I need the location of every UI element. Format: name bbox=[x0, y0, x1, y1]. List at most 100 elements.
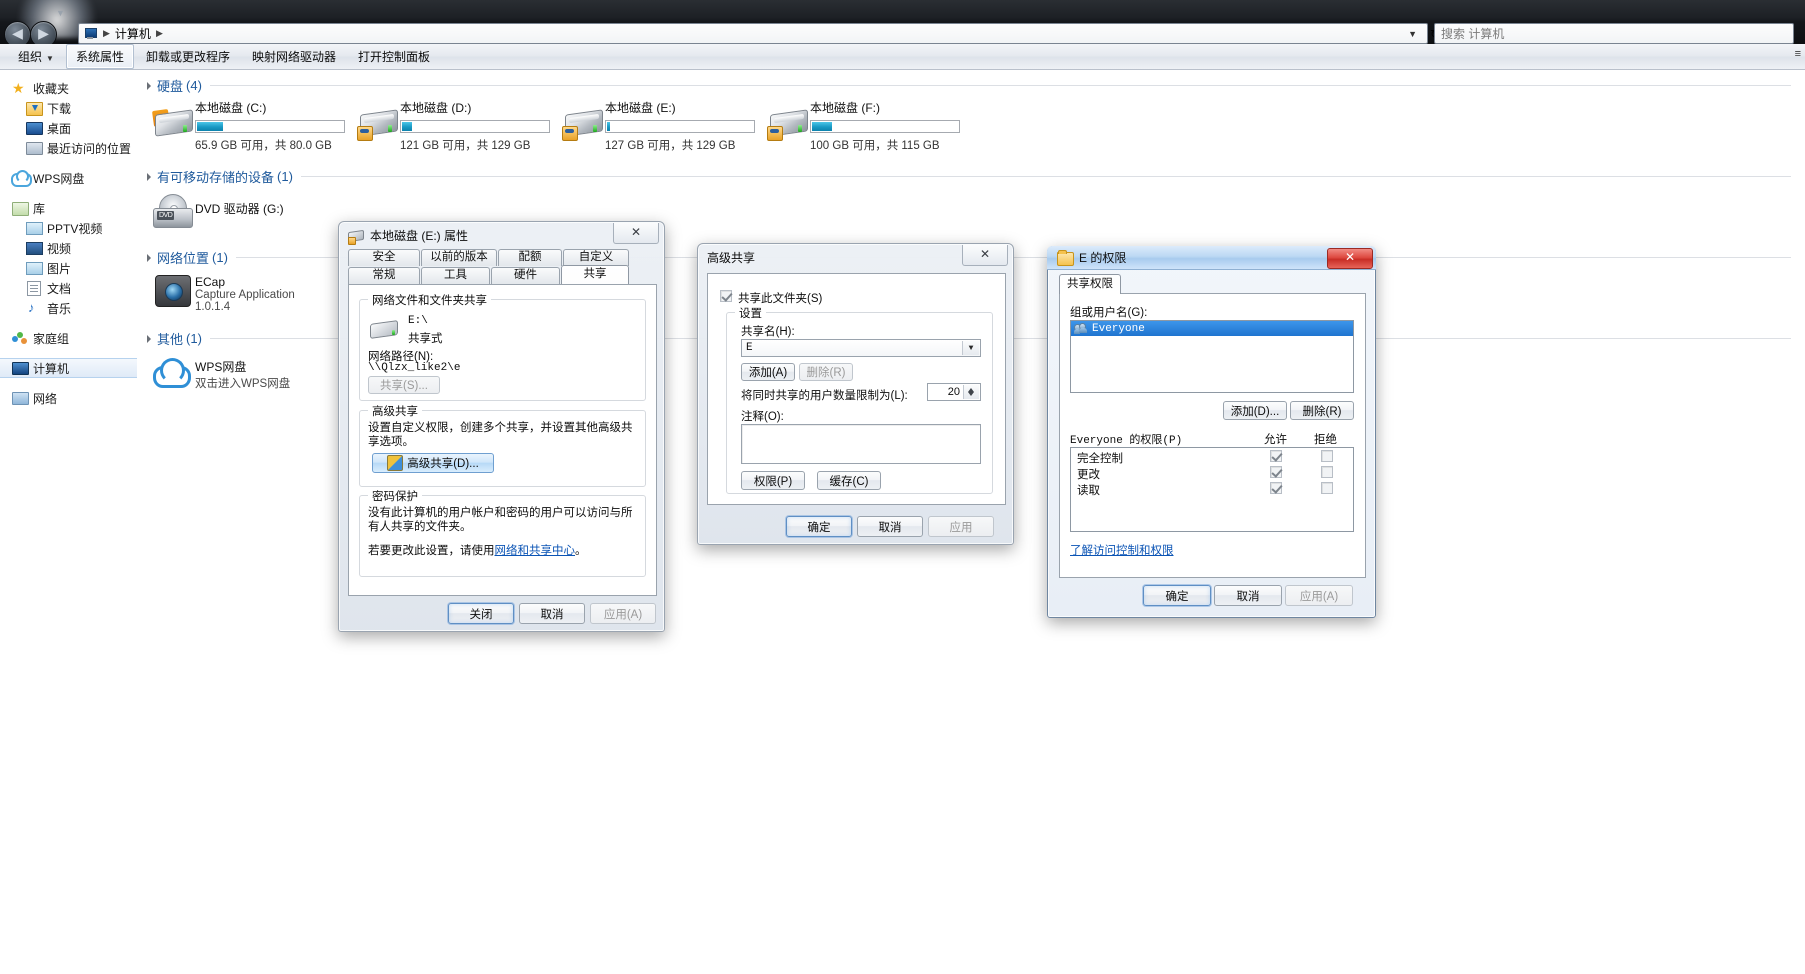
comment-input[interactable] bbox=[741, 424, 981, 464]
close-icon[interactable]: ✕ bbox=[1327, 248, 1373, 269]
system-properties-button[interactable]: 系统属性 bbox=[66, 44, 134, 69]
allow-checkbox[interactable] bbox=[1270, 482, 1282, 494]
sidebar-item-libraries[interactable]: 库 bbox=[0, 198, 137, 218]
address-dropdown-icon[interactable]: ▼ bbox=[1402, 29, 1423, 39]
allow-checkbox[interactable] bbox=[1270, 450, 1282, 462]
collapse-triangle-icon[interactable] bbox=[147, 254, 151, 262]
deny-checkbox[interactable] bbox=[1321, 466, 1333, 478]
ok-button[interactable]: 确定 bbox=[1143, 585, 1211, 606]
sidebar-item-downloads[interactable]: 下载 bbox=[0, 98, 137, 118]
dialog-title-text: 高级共享 bbox=[707, 249, 755, 266]
collapse-triangle-icon[interactable] bbox=[147, 173, 151, 181]
tab-hardware[interactable]: 硬件 bbox=[491, 267, 560, 284]
group-header-removable[interactable]: 有可移动存储的设备 (1) bbox=[137, 161, 1805, 188]
deny-checkbox[interactable] bbox=[1321, 450, 1333, 462]
sidebar-item-music[interactable]: ♪ 音乐 bbox=[0, 298, 137, 318]
tab-general[interactable]: 常规 bbox=[348, 267, 420, 284]
sidebar-item-computer[interactable]: 计算机 bbox=[0, 358, 137, 378]
tab-quota[interactable]: 配额 bbox=[498, 249, 562, 266]
user-limit-stepper[interactable]: 20 bbox=[927, 383, 981, 401]
permissions-listbox[interactable]: 完全控制 更改 读取 bbox=[1070, 447, 1354, 532]
sidebar-label: 下载 bbox=[47, 100, 71, 117]
column-header-deny: 拒绝 bbox=[1314, 431, 1337, 447]
uninstall-program-button[interactable]: 卸载或更改程序 bbox=[136, 44, 240, 69]
close-icon[interactable]: ✕ bbox=[962, 245, 1008, 266]
table-row[interactable]: 完全控制 bbox=[1071, 448, 1353, 464]
ok-button[interactable]: 确定 bbox=[786, 516, 852, 537]
chevron-down-icon[interactable]: ▼ bbox=[962, 341, 979, 355]
capacity-bar bbox=[400, 120, 550, 133]
cancel-button[interactable]: 取消 bbox=[857, 516, 923, 537]
network-item-version: 1.0.1.4 bbox=[195, 301, 295, 313]
list-item[interactable]: Everyone bbox=[1071, 321, 1353, 336]
add-share-button[interactable]: 添加(A) bbox=[741, 363, 795, 381]
cancel-button[interactable]: 取消 bbox=[1214, 585, 1282, 606]
drive-tile-c[interactable]: 本地磁盘 (C:) 65.9 GB 可用，共 80.0 GB bbox=[151, 97, 354, 153]
sidebar-item-network[interactable]: 网络 bbox=[0, 388, 137, 408]
deny-checkbox[interactable] bbox=[1321, 482, 1333, 494]
sidebar-item-videos[interactable]: 视频 bbox=[0, 238, 137, 258]
users-listbox[interactable]: Everyone bbox=[1070, 320, 1354, 393]
drive-icon bbox=[370, 318, 400, 340]
sidebar-item-documents[interactable]: 文档 bbox=[0, 278, 137, 298]
capacity-bar-fill bbox=[402, 122, 412, 131]
other-item-subtitle: 双击进入WPS网盘 bbox=[195, 375, 290, 391]
sidebar-item-wps-cloud[interactable]: WPS网盘 bbox=[0, 168, 137, 188]
sidebar-item-homegroup[interactable]: 家庭组 bbox=[0, 328, 137, 348]
tab-security[interactable]: 安全 bbox=[348, 249, 420, 266]
tab-share-permissions[interactable]: 共享权限 bbox=[1059, 274, 1121, 294]
close-button[interactable]: 关闭 bbox=[448, 603, 514, 624]
learn-access-control-link[interactable]: 了解访问控制和权限 bbox=[1070, 542, 1174, 558]
sidebar-item-desktop[interactable]: 桌面 bbox=[0, 118, 137, 138]
back-button[interactable]: ◀ bbox=[4, 21, 31, 44]
sidebar-item-favorites[interactable]: ★ 收藏夹 bbox=[0, 78, 137, 98]
sidebar-item-recent-places[interactable]: 最近访问的位置 bbox=[0, 138, 137, 158]
breadcrumb-item-computer[interactable]: 计算机 bbox=[113, 25, 153, 42]
stepper-buttons[interactable] bbox=[963, 385, 979, 399]
share-name-label: 共享名(H): bbox=[741, 323, 795, 339]
share-name-combobox[interactable]: E ▼ bbox=[741, 339, 981, 357]
address-bar[interactable]: ▶ 计算机 ▶ ▼ bbox=[78, 23, 1428, 44]
caching-button[interactable]: 缓存(C) bbox=[817, 471, 881, 490]
group-header-hard-disks[interactable]: 硬盘 (4) bbox=[137, 70, 1805, 97]
help-icon[interactable]: ≡ bbox=[1795, 48, 1801, 60]
tab-previous-versions[interactable]: 以前的版本 bbox=[421, 249, 497, 266]
drive-tile-f[interactable]: 本地磁盘 (F:) 100 GB 可用，共 115 GB bbox=[766, 97, 969, 153]
forward-button[interactable]: ▶ bbox=[30, 21, 57, 44]
share-permissions-dialog: E 的权限 ✕ 共享权限 组或用户名(G): Everyone 添加(D)...… bbox=[1047, 246, 1376, 618]
map-network-drive-button[interactable]: 映射网络驱动器 bbox=[242, 44, 346, 69]
sidebar-item-pptv[interactable]: PPTV视频 bbox=[0, 218, 137, 238]
capacity-bar-fill bbox=[197, 122, 223, 131]
tab-tools[interactable]: 工具 bbox=[421, 267, 490, 284]
recent-pages-chevron-icon[interactable]: ▼ bbox=[56, 8, 65, 18]
network-sharing-center-link[interactable]: 网络和共享中心 bbox=[495, 545, 576, 557]
breadcrumb-separator-icon[interactable]: ▶ bbox=[153, 28, 166, 39]
organize-menu-button[interactable]: 组织▼ bbox=[8, 44, 64, 69]
close-icon[interactable]: ✕ bbox=[613, 223, 659, 244]
advanced-sharing-button[interactable]: 高级共享(D)... bbox=[372, 453, 494, 473]
remove-user-button[interactable]: 删除(R) bbox=[1290, 401, 1354, 420]
group-count: (4) bbox=[186, 78, 202, 93]
permissions-header: Everyone 的权限(P) bbox=[1070, 431, 1182, 447]
permissions-button[interactable]: 权限(P) bbox=[741, 471, 805, 490]
search-input[interactable]: 搜索 计算机 bbox=[1434, 23, 1794, 44]
drive-tile-e[interactable]: 本地磁盘 (E:) 127 GB 可用，共 129 GB bbox=[561, 97, 764, 153]
group-label: 密码保护 bbox=[368, 488, 422, 504]
table-row[interactable]: 读取 bbox=[1071, 480, 1353, 496]
pictures-icon bbox=[26, 260, 42, 276]
hard-drive-icon bbox=[151, 104, 195, 142]
share-folder-checkbox[interactable] bbox=[720, 290, 732, 302]
open-control-panel-button[interactable]: 打开控制面板 bbox=[348, 44, 440, 69]
sidebar-item-pictures[interactable]: 图片 bbox=[0, 258, 137, 278]
group-count: (1) bbox=[212, 250, 228, 265]
group-label: 设置 bbox=[735, 305, 766, 321]
add-user-button[interactable]: 添加(D)... bbox=[1223, 401, 1287, 420]
table-row[interactable]: 更改 bbox=[1071, 464, 1353, 480]
cancel-button[interactable]: 取消 bbox=[519, 603, 585, 624]
collapse-triangle-icon[interactable] bbox=[147, 335, 151, 343]
allow-checkbox[interactable] bbox=[1270, 466, 1282, 478]
collapse-triangle-icon[interactable] bbox=[147, 82, 151, 90]
tab-customize[interactable]: 自定义 bbox=[563, 249, 629, 266]
drive-tile-d[interactable]: 本地磁盘 (D:) 121 GB 可用，共 129 GB bbox=[356, 97, 559, 153]
tab-sharing[interactable]: 共享 bbox=[561, 265, 629, 284]
